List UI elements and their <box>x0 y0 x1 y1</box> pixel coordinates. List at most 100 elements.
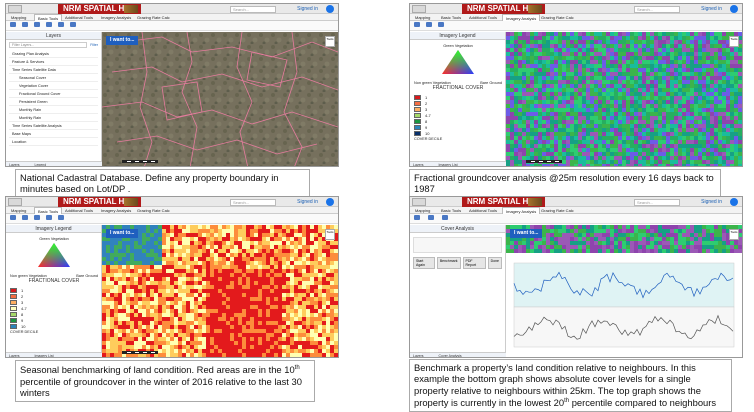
cover-class-label: 1 <box>21 288 24 293</box>
filter-button[interactable]: Filter <box>90 43 101 47</box>
cover-class-list: 1 2 3 4-7 8 9 10 <box>10 288 98 330</box>
layer-item[interactable]: Vegetation Cover <box>9 82 98 90</box>
cover-class-swatch <box>10 324 17 330</box>
fractional-cover-legend: Green Vegetation Non green Vegetation Ba… <box>414 44 502 141</box>
tab-layers[interactable]: Layers <box>9 354 20 357</box>
signed-in-link[interactable]: Signed in <box>297 5 318 13</box>
line-chart-icon[interactable] <box>428 215 434 220</box>
cover-decile-label: COVER DECILE <box>10 330 39 334</box>
signed-in-link[interactable]: Signed in <box>701 5 722 13</box>
search-input[interactable]: Search... <box>230 6 276 13</box>
layer-item[interactable]: Persistent Green <box>9 98 98 106</box>
tab-imagery-analysis[interactable]: Imagery Analysis <box>98 207 134 214</box>
zoom-out-icon[interactable] <box>34 215 40 220</box>
tab-mapping[interactable]: Mapping <box>8 14 29 21</box>
search-input[interactable]: Search... <box>230 199 276 206</box>
toolbar <box>6 21 338 31</box>
home-icon[interactable] <box>10 215 16 220</box>
layer-item[interactable]: Seasonal Cover <box>9 74 98 82</box>
signed-in-link[interactable]: Signed in <box>297 198 318 206</box>
map-view[interactable]: Tools <box>506 32 742 166</box>
filter-layers-input[interactable]: Filter Layers... <box>9 42 88 48</box>
tab-grazing-rate-calc[interactable]: Grazing Rate Calc <box>538 14 577 21</box>
cover-class-swatch <box>414 119 421 125</box>
tab-layers[interactable]: Layers <box>413 163 424 166</box>
layer-item[interactable]: Fractional Ground Cover <box>9 90 98 98</box>
identify-icon[interactable] <box>58 22 64 27</box>
user-icon[interactable] <box>326 198 334 206</box>
tab-grazing-rate-calc[interactable]: Grazing Rate Calc <box>538 207 577 214</box>
tab-layers[interactable]: Layers <box>9 163 20 166</box>
tools-button[interactable]: Tools <box>325 36 335 47</box>
tab-additional-tools[interactable]: Additional Tools <box>62 207 96 214</box>
signed-in-link[interactable]: Signed in <box>701 198 722 206</box>
draw-icon[interactable] <box>70 22 76 27</box>
user-icon[interactable] <box>730 5 738 13</box>
tab-legend[interactable]: Legend <box>35 163 47 166</box>
tab-basic-tools[interactable]: Basic Tools <box>438 14 464 21</box>
cover-class-label: 3 <box>425 107 428 112</box>
tab-basic-tools[interactable]: Basic Tools <box>438 207 464 214</box>
user-icon[interactable] <box>326 5 334 13</box>
identify-icon[interactable] <box>58 215 64 220</box>
measure-icon[interactable] <box>46 215 52 220</box>
tab-additional-tools[interactable]: Additional Tools <box>466 207 500 214</box>
tab-basic-tools[interactable]: Basic Tools <box>34 207 63 214</box>
sidebar-title: Imagery Legend <box>410 32 505 40</box>
zoom-out-icon[interactable] <box>34 22 40 27</box>
tools-button[interactable]: Tools <box>729 36 739 47</box>
map-view[interactable]: I want to... Tools <box>102 225 338 357</box>
layer-item[interactable]: Monthly Rain <box>9 106 98 114</box>
search-input[interactable]: Search... <box>634 199 680 206</box>
tab-imagery-analysis[interactable]: Imagery Analysis <box>502 14 541 21</box>
analysis-button[interactable]: PDF Report <box>462 257 486 269</box>
tab-additional-tools[interactable]: Additional Tools <box>466 14 500 21</box>
analysis-icon[interactable] <box>442 215 448 220</box>
tab-imagery-list[interactable]: Imagery List <box>35 354 54 357</box>
tab-mapping[interactable]: Mapping <box>8 207 29 214</box>
tab-layers[interactable]: Layers <box>413 354 424 357</box>
tab-imagery-analysis[interactable]: Imagery Analysis <box>98 14 134 21</box>
tab-grazing-rate-calc[interactable]: Grazing Rate Calc <box>134 14 173 21</box>
i-want-to-button[interactable]: I want to... <box>510 229 543 238</box>
zoom-in-icon[interactable] <box>22 215 28 220</box>
tab-mapping[interactable]: Mapping <box>412 14 433 21</box>
user-icon[interactable] <box>730 198 738 206</box>
layer-item[interactable]: Time Series Satellite Analysis <box>9 122 98 130</box>
layer-item[interactable]: Time Series Satellite Data <box>9 66 98 74</box>
analysis-sidebar: Cover Analysis Start Again Benchmark PDF R… <box>410 225 506 357</box>
i-want-to-button[interactable]: I want to... <box>106 229 139 238</box>
analysis-button[interactable]: Done <box>487 257 502 269</box>
layer-item[interactable]: Pasture & Services <box>9 58 98 66</box>
bar-chart-icon[interactable] <box>414 215 420 220</box>
search-input[interactable]: Search... <box>634 6 680 13</box>
map-view[interactable]: I want to... Tools <box>101 31 338 166</box>
tools-button[interactable]: Tools <box>325 229 335 240</box>
layer-item[interactable]: Base Maps <box>9 130 98 138</box>
layer-item[interactable]: Location <box>9 138 98 146</box>
scale-bar <box>526 160 562 163</box>
home-icon[interactable] <box>10 22 16 27</box>
analysis-button[interactable]: Start Again <box>413 257 435 269</box>
brand-image <box>528 5 542 13</box>
tab-imagery-analysis[interactable]: Imagery Analysis <box>502 207 541 214</box>
cover-class-swatch <box>10 306 17 312</box>
tab-imagery-list[interactable]: Imagery List <box>439 163 458 166</box>
tab-additional-tools[interactable]: Additional Tools <box>62 14 96 21</box>
tab-grazing-rate-calc[interactable]: Grazing Rate Calc <box>134 207 173 214</box>
tab-cover-analysis[interactable]: Cover Analysis <box>439 354 462 357</box>
layer-item[interactable]: Monthly Rain <box>9 114 98 122</box>
measure-icon[interactable] <box>46 22 52 27</box>
zoom-in-icon[interactable] <box>426 22 432 27</box>
zoom-out-icon[interactable] <box>438 22 444 27</box>
i-want-to-button[interactable]: I want to... <box>106 36 139 45</box>
tools-button[interactable]: Tools <box>729 229 739 240</box>
layer-item[interactable]: Grazing Plan Analysis <box>9 50 98 58</box>
sidebar-bottom-tabs: Layers Imagery List <box>6 352 102 357</box>
home-icon[interactable] <box>414 22 420 27</box>
analysis-button[interactable]: Benchmark <box>436 257 461 269</box>
tab-mapping[interactable]: Mapping <box>412 207 433 214</box>
zoom-in-icon[interactable] <box>22 22 28 27</box>
tab-basic-tools[interactable]: Basic Tools <box>34 14 63 21</box>
map-and-graphs[interactable]: I want to... Tools <box>506 225 742 357</box>
